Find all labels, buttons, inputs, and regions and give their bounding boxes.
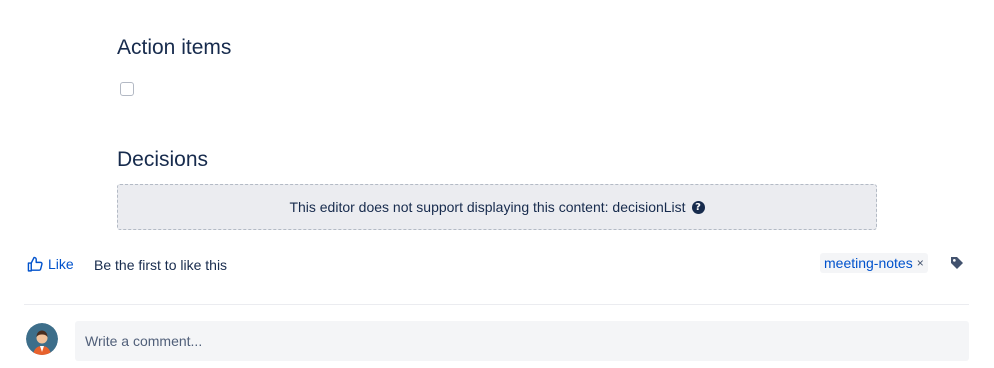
- tag-icon[interactable]: [949, 255, 965, 271]
- like-button[interactable]: Like: [27, 256, 74, 273]
- avatar: [26, 323, 58, 355]
- user-avatar-icon: [26, 323, 58, 355]
- divider: [24, 304, 969, 305]
- help-icon[interactable]: ?: [691, 200, 705, 214]
- label-meeting-notes[interactable]: meeting-notes: [824, 255, 913, 271]
- thumbs-up-icon: [27, 256, 43, 272]
- like-row: Like: [27, 252, 74, 276]
- unsupported-content-panel: This editor does not support displaying …: [117, 184, 877, 230]
- like-summary: Be the first to like this: [94, 257, 228, 273]
- unsupported-message: This editor does not support displaying …: [289, 199, 686, 215]
- task-checkbox[interactable]: [120, 82, 134, 96]
- label-chip[interactable]: meeting-notes ×: [820, 253, 928, 273]
- comment-input[interactable]: [75, 321, 969, 361]
- action-items-heading: Action items: [117, 36, 232, 59]
- like-label: Like: [48, 256, 74, 272]
- decisions-heading: Decisions: [117, 148, 209, 171]
- label-remove-icon[interactable]: ×: [917, 256, 924, 270]
